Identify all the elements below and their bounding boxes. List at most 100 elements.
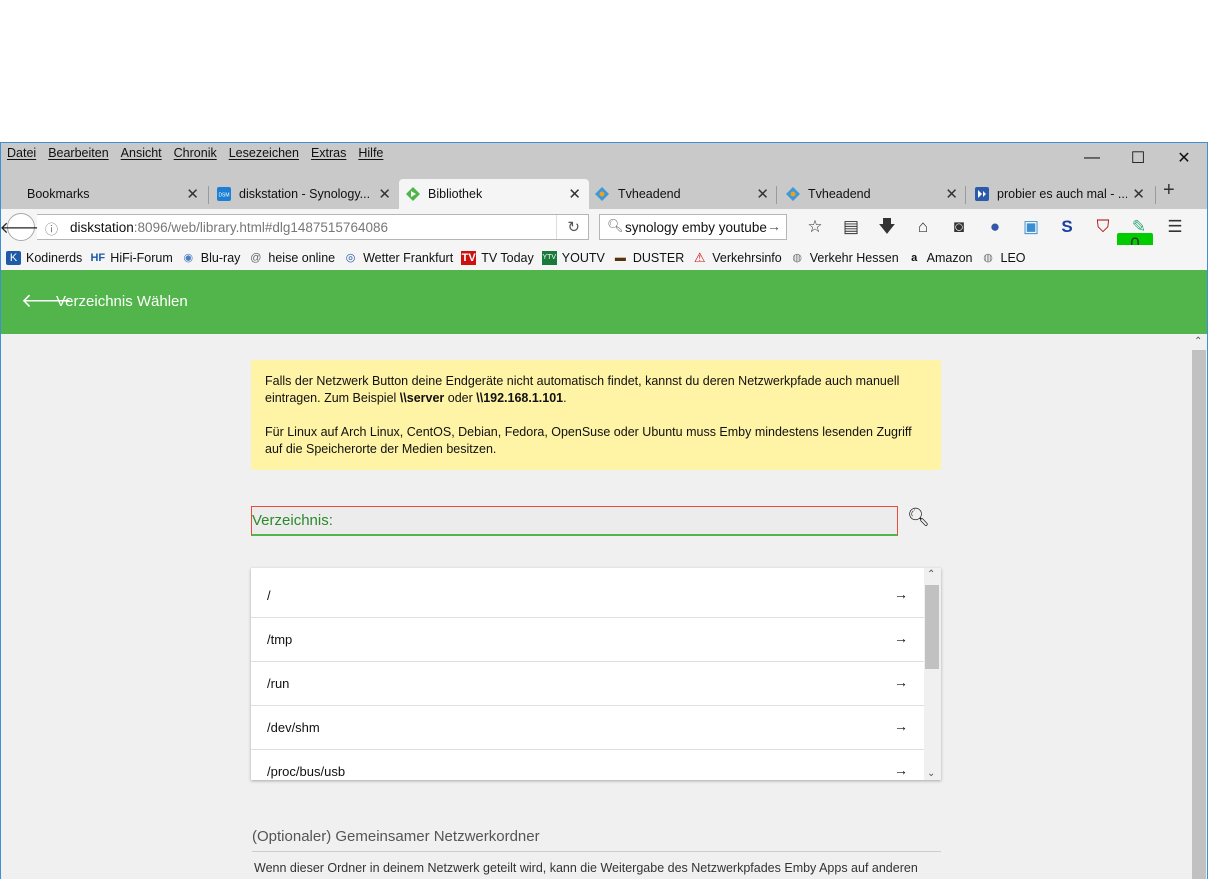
reading-list-icon[interactable]: ▤	[833, 216, 869, 238]
url-bar[interactable]: ⓘ diskstation:8096/web/library.html#dlg1…	[37, 214, 589, 240]
tab-close-icon[interactable]: ✕	[186, 185, 199, 203]
chevron-up-icon[interactable]: ⌃	[1194, 336, 1202, 347]
extension-s-icon[interactable]: ▣	[1013, 216, 1049, 238]
bookmark-youtv[interactable]: YTV YOUTV	[541, 250, 605, 265]
list-item[interactable]: /proc/bus/usb →	[251, 750, 924, 780]
home-icon[interactable]: ⌂	[905, 216, 941, 238]
bookmark-label: TV Today	[481, 250, 534, 265]
list-scrollbar-thumb[interactable]	[925, 585, 939, 669]
tab-close-icon[interactable]: ✕	[568, 185, 581, 203]
bookmark-hififorum[interactable]: HF HiFi-Forum	[90, 250, 173, 265]
bookmark-label: DUSTER	[632, 250, 685, 265]
bookmark-verkehrsinfo[interactable]: ⚠ Verkehrsinfo	[692, 250, 782, 265]
tab-bar: Bookmarks ✕ DSM diskstation - Synology..…	[1, 177, 1207, 209]
search-bar[interactable]: 🔍︎ synology emby youtube →	[599, 214, 787, 240]
menu-bar: Datei Bearbeiten Ansicht Chronik Lesezei…	[1, 143, 1207, 177]
bookmark-leo[interactable]: ◍ LEO	[981, 251, 1025, 265]
list-scrollbar[interactable]: ⌃ ⌄	[924, 568, 941, 780]
tab-title: Bookmarks	[27, 187, 90, 201]
list-item[interactable]: /tmp →	[251, 618, 924, 662]
bookmark-label: Amazon	[926, 250, 973, 265]
chevron-down-icon[interactable]: ⌄	[927, 768, 935, 779]
bookmark-bluray[interactable]: ◉ Blu-ray	[181, 251, 240, 265]
menu-hamburger-icon[interactable]: ☰	[1157, 216, 1193, 238]
search-button[interactable]: 🔍︎	[907, 507, 930, 528]
bookmark-tvtoday[interactable]: TV TV Today	[461, 250, 534, 265]
search-input[interactable]: synology emby youtube	[625, 220, 768, 235]
menu-datei[interactable]: Datei	[7, 146, 36, 160]
network-share-description: Wenn dieser Ordner in deinem Netzwerk ge…	[254, 861, 918, 875]
menu-bearbeiten[interactable]: Bearbeiten	[48, 146, 108, 160]
new-tab-button[interactable]: +	[1163, 179, 1175, 202]
globe-icon: ◍	[792, 251, 803, 264]
tab-separator	[965, 186, 966, 204]
tab-close-icon[interactable]: ✕	[1132, 185, 1145, 203]
arrow-right-icon: →	[894, 586, 908, 602]
url-text[interactable]: diskstation:8096/web/library.html#dlg148…	[70, 220, 388, 235]
bookmark-kodinerds[interactable]: K Kodinerds	[6, 250, 83, 265]
directory-label: Verzeichnis:	[252, 512, 333, 529]
tab-title: probier es auch mal - ...	[997, 187, 1127, 201]
network-share-heading: (Optionaler) Gemeinsamer Netzwerkordner	[252, 828, 540, 845]
page-scrollbar-thumb[interactable]	[1192, 350, 1206, 879]
chevron-up-icon[interactable]: ⌃	[927, 569, 935, 580]
bookmarks-bar: K Kodinerds HF HiFi-Forum ◉ Blu-ray @ heise …	[1, 245, 1207, 270]
globe-icon: ◎	[345, 251, 356, 264]
extension-globe-icon[interactable]: ●	[977, 216, 1013, 238]
ublock-icon[interactable]: ⛉	[1085, 216, 1121, 238]
close-window-button[interactable]: ✕	[1161, 143, 1207, 173]
svg-text:DSM: DSM	[218, 193, 229, 199]
bookmark-label: HiFi-Forum	[110, 250, 173, 265]
directory-input[interactable]: Verzeichnis:	[251, 506, 898, 536]
menu-extras[interactable]: Extras	[311, 146, 346, 160]
tab-close-icon[interactable]: ✕	[756, 185, 769, 203]
addon-icon[interactable]: ✎0	[1117, 216, 1157, 255]
minimize-icon: —	[1084, 149, 1100, 166]
menu-hilfe[interactable]: Hilfe	[358, 146, 383, 160]
go-arrow-icon[interactable]: →	[767, 218, 781, 234]
list-item[interactable]: / →	[251, 574, 924, 618]
tab-diskstation[interactable]: DSM diskstation - Synology... ✕	[211, 179, 399, 209]
info-icon[interactable]: ⓘ	[45, 219, 58, 238]
tab-probier[interactable]: probier es auch mal - ... ✕	[968, 179, 1153, 209]
pocket-icon[interactable]: ◙	[941, 216, 977, 238]
tab-close-icon[interactable]: ✕	[378, 185, 391, 203]
bookmark-heise[interactable]: @ heise online	[248, 251, 335, 265]
navigation-bar: 🡐 ⓘ diskstation:8096/web/library.html#dl…	[1, 209, 1207, 255]
tab-close-icon[interactable]: ✕	[945, 185, 958, 203]
divider	[252, 851, 941, 852]
tab-bookmarks[interactable]: Bookmarks ✕	[3, 179, 207, 209]
list-item[interactable]: /run →	[251, 662, 924, 706]
bookmark-star-icon[interactable]: ☆	[797, 216, 833, 238]
download-icon[interactable]: 🡇	[869, 216, 905, 238]
notice-text: oder	[444, 391, 477, 405]
tab-separator	[1155, 186, 1156, 204]
page-scrollbar[interactable]: ⌃	[1191, 334, 1207, 879]
menu-chronik[interactable]: Chronik	[174, 146, 217, 160]
bookmark-label: Kodinerds	[26, 250, 83, 265]
tab-bibliothek[interactable]: Bibliothek ✕	[399, 179, 589, 209]
menu-ansicht[interactable]: Ansicht	[121, 146, 162, 160]
minimize-button[interactable]: —	[1069, 143, 1115, 173]
reload-icon[interactable]: ↻	[567, 218, 580, 236]
plus-icon: +	[1163, 179, 1175, 201]
tab-tvheadend-2[interactable]: Tvheadend ✕	[780, 179, 966, 209]
bookmark-duster[interactable]: ▬ DUSTER	[613, 251, 684, 265]
bookmark-amazon[interactable]: a Amazon	[907, 250, 973, 265]
tab-separator	[776, 186, 777, 204]
arrow-right-icon: →	[894, 630, 908, 646]
bookmark-wetter[interactable]: ◎ Wetter Frankfurt	[343, 251, 453, 265]
extension-s-round-icon[interactable]: S	[1049, 216, 1085, 238]
back-button[interactable]: 🡐	[1, 213, 42, 241]
kodi-icon	[975, 187, 989, 201]
list-item[interactable]: /dev/shm →	[251, 706, 924, 750]
menu-lesezeichen[interactable]: Lesezeichen	[229, 146, 299, 160]
notice-paragraph-network: Falls der Netzwerk Button deine Endgerät…	[265, 373, 927, 407]
url-divider	[556, 215, 557, 239]
maximize-button[interactable]: ☐	[1115, 143, 1161, 173]
bookmark-verkehrhessen[interactable]: ◍ Verkehr Hessen	[790, 251, 898, 265]
car-icon: ▬	[614, 251, 626, 264]
bookmark-label: heise online	[268, 250, 336, 265]
tab-tvheadend-1[interactable]: Tvheadend ✕	[591, 179, 777, 209]
notice-paragraph-linux: Für Linux auf Arch Linux, CentOS, Debian…	[265, 425, 912, 456]
